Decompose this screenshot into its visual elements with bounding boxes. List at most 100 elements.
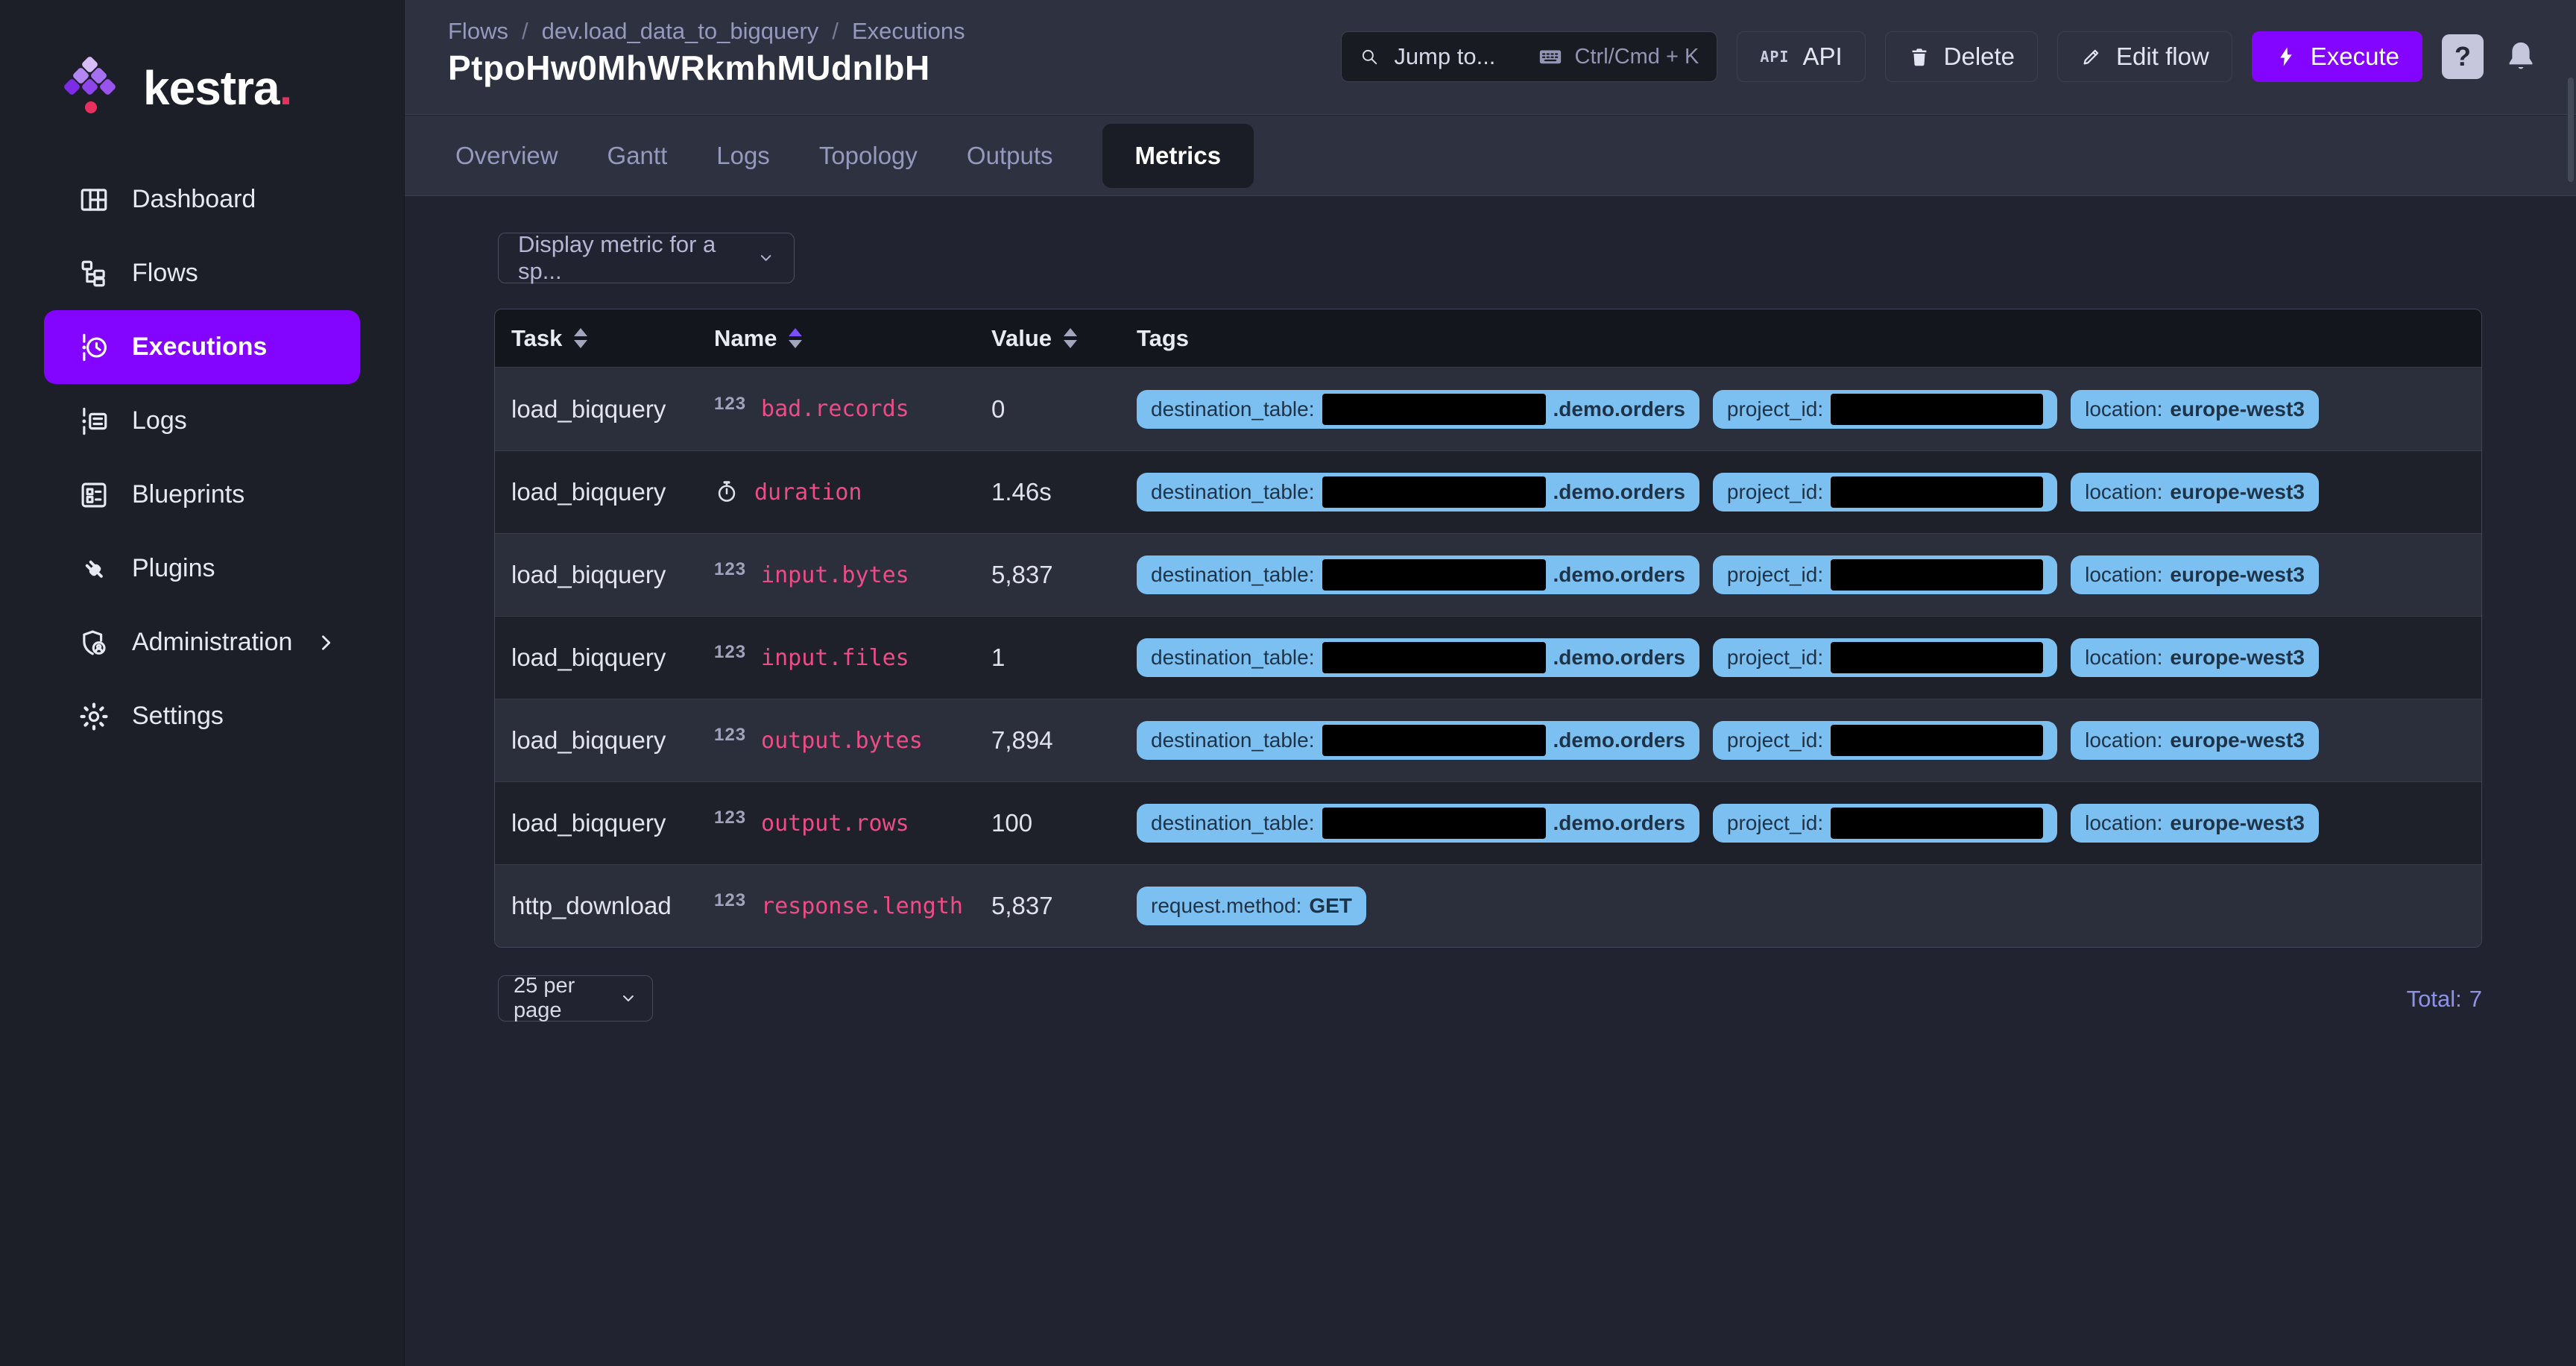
redacted-value (1322, 394, 1546, 425)
breadcrumb-item[interactable]: dev.load_data_to_bigquery (542, 18, 819, 45)
task-cell: load_biqquery (495, 643, 714, 672)
breadcrumb-item[interactable]: Executions (852, 18, 965, 45)
metric-filter-select[interactable]: Display metric for a sp... (498, 233, 795, 283)
table-row[interactable]: http_download123response.length5,837requ… (495, 864, 2481, 947)
help-button[interactable]: ? (2442, 34, 2484, 79)
tag-label: destination_table: (1151, 646, 1315, 670)
breadcrumb-separator: / (522, 18, 528, 45)
name-cell: 123input.bytes (714, 562, 991, 588)
tags-cell: destination_table:.demo.ordersproject_id… (1137, 721, 2481, 760)
redacted-value (1322, 642, 1546, 673)
api-button[interactable]: API API (1737, 31, 1865, 82)
tag-value: europe-west3 (2170, 811, 2305, 835)
task-cell: http_download (495, 892, 714, 920)
pencil-icon (2080, 45, 2103, 68)
tag-value: .demo.orders (1553, 397, 1685, 421)
sidebar-item-label: Blueprints (132, 480, 244, 509)
sidebar-item-logs[interactable]: Logs (44, 384, 360, 458)
search-icon (1360, 47, 1379, 66)
sidebar-item-label: Administration (132, 628, 292, 657)
tab-topology[interactable]: Topology (819, 142, 918, 170)
breadcrumb-item[interactable]: Flows (448, 18, 508, 45)
sidebar-item-plugins[interactable]: Plugins (44, 532, 360, 605)
tab-overview[interactable]: Overview (455, 142, 558, 170)
tab-logs[interactable]: Logs (716, 142, 770, 170)
redacted-value (1322, 476, 1546, 508)
edit-flow-button[interactable]: Edit flow (2057, 31, 2232, 82)
timer-icon (714, 479, 739, 505)
tags-cell: destination_table:.demo.ordersproject_id… (1137, 473, 2481, 512)
tag-value: GET (1309, 894, 1352, 918)
tag-label: location: (2085, 728, 2162, 752)
table-row[interactable]: load_biqqueryduration1.46sdestination_ta… (495, 450, 2481, 533)
tag-pill: project_id: (1713, 638, 2057, 677)
tab-metrics[interactable]: Metrics (1102, 124, 1254, 188)
table-row[interactable]: load_biqquery123output.bytes7,894destina… (495, 699, 2481, 781)
sidebar-item-settings[interactable]: Settings (44, 679, 360, 753)
table-row[interactable]: load_biqquery123input.bytes5,837destinat… (495, 533, 2481, 616)
kestra-logo-icon (63, 58, 122, 121)
name-cell: 123output.rows (714, 811, 991, 837)
column-header-name[interactable]: Name (714, 325, 991, 352)
tag-pill: destination_table: .demo.orders (1137, 804, 1699, 843)
tag-value: .demo.orders (1553, 811, 1685, 835)
execute-button[interactable]: Execute (2252, 31, 2422, 82)
tag-value: .demo.orders (1553, 646, 1685, 670)
column-label: Tags (1137, 325, 1189, 352)
tag-value: europe-west3 (2170, 646, 2305, 670)
tag-label: request.method: (1151, 894, 1301, 918)
sidebar-nav: DashboardFlowsExecutions Logs Blueprints Pl… (0, 163, 404, 753)
tag-label: project_id: (1727, 397, 1823, 421)
tag-label: location: (2085, 811, 2162, 835)
app-logo[interactable]: kestra. (63, 58, 291, 121)
redacted-value (1831, 725, 2043, 756)
tag-label: location: (2085, 646, 2162, 670)
redacted-value (1831, 559, 2043, 591)
redacted-value (1322, 808, 1546, 839)
table-row[interactable]: load_biqquery123input.files1destination_… (495, 616, 2481, 699)
notifications-bell-icon[interactable] (2503, 39, 2539, 75)
sidebar-item-dashboard[interactable]: Dashboard (44, 163, 360, 236)
tag-label: project_id: (1727, 646, 1823, 670)
tag-value: .demo.orders (1553, 728, 1685, 752)
redacted-value (1831, 476, 2043, 508)
scrollbar-thumb[interactable] (2568, 78, 2574, 182)
sidebar-item-label: Logs (132, 406, 187, 435)
redacted-value (1322, 559, 1546, 591)
sidebar-item-executions[interactable]: Executions (44, 310, 360, 384)
tags-cell: destination_table: .demo.orders project_id… (1137, 638, 2481, 677)
tag-label: project_id: (1727, 811, 1823, 835)
tab-outputs[interactable]: Outputs (967, 142, 1053, 170)
sidebar-item-blueprints[interactable]: Blueprints (44, 458, 360, 532)
sidebar-item-label: Settings (132, 702, 224, 731)
tags-cell: destination_table:.demo.ordersproject_id… (1137, 555, 2481, 594)
delete-button[interactable]: Delete (1885, 31, 2038, 82)
sidebar-item-flows[interactable]: Flows (44, 236, 360, 310)
lightning-icon (2275, 45, 2297, 68)
tag-label: location: (2085, 563, 2162, 587)
api-icon: API (1760, 48, 1789, 66)
tag-value: europe-west3 (2170, 728, 2305, 752)
top-header: Flows/dev.load_data_to_bigquery/Executio… (405, 0, 2576, 115)
column-header-task[interactable]: Task (495, 325, 714, 352)
tab-gantt[interactable]: Gantt (607, 142, 668, 170)
trash-icon (1908, 45, 1931, 68)
jump-to-search[interactable]: Jump to... Ctrl/Cmd + K (1341, 31, 1717, 82)
column-header-value[interactable]: Value (991, 325, 1137, 352)
tag-pill: project_id: (1713, 473, 2057, 512)
metrics-table: Task NameValueTags load_biqquery123bad.re… (494, 309, 2482, 948)
executions-icon (78, 332, 110, 363)
table-row[interactable]: load_biqquery123output.rows100destinatio… (495, 781, 2481, 864)
table-header-row: Task NameValueTags (495, 309, 2481, 368)
table-row[interactable]: load_biqquery123bad.records0destination_… (495, 368, 2481, 450)
total-count: Total:7 (494, 986, 2482, 1013)
name-cell: 123input.files (714, 645, 991, 671)
tag-label: destination_table: (1151, 811, 1315, 835)
column-label: Task (511, 325, 562, 352)
dashboard-icon (78, 184, 110, 215)
tag-label: destination_table: (1151, 728, 1315, 752)
tag-value: europe-west3 (2170, 563, 2305, 587)
sidebar-item-administration[interactable]: Administration (44, 605, 360, 679)
metric-name: output.rows (761, 811, 909, 837)
tag-pill: location: europe-west3 (2071, 721, 2319, 760)
